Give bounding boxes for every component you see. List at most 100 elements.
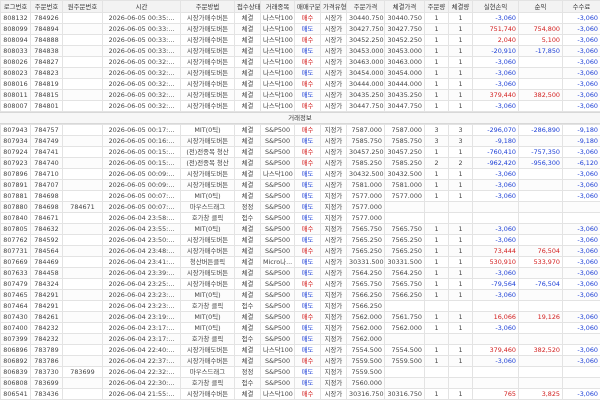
- column-header-fill-qty[interactable]: 체결량: [448, 0, 473, 13]
- cell-fill-qty: 1: [448, 67, 473, 79]
- cell-log-no: 808094: [0, 34, 31, 46]
- cell-log-no: 807881: [0, 190, 31, 202]
- column-header-order-method[interactable]: 주문방법: [180, 0, 235, 13]
- cell-symbol: S&P500: [260, 190, 295, 202]
- table-row[interactable]: 807923 784740 2026-06-05 00:15:... (전)전종목 청…: [0, 157, 600, 169]
- cell-symbol: 나스닥100: [260, 100, 295, 112]
- cell-realized-pnl: -3,060: [472, 56, 519, 68]
- cell-order-no: 784291: [30, 289, 63, 301]
- cell-order-qty: 1: [424, 23, 449, 35]
- cell-net-pnl: 533,970: [518, 256, 563, 268]
- table-row[interactable]: 807840 784671 2026-06-04 23:58:... 호가창 클릭 접수…: [0, 212, 600, 224]
- table-row[interactable]: 807891 784707 2026-06-05 00:09:... 시장가매도버튼 체…: [0, 179, 600, 191]
- table-row[interactable]: 808132 784926 2026-06-05 00:35:... 시장가매수버튼 체…: [0, 12, 600, 24]
- table-row[interactable]: 807479 784324 2026-06-04 23:25:... 시장가매수버튼 체…: [0, 278, 600, 290]
- table-row[interactable]: 807880 784698 784671 2026-06-05 00:07:... 마우…: [0, 201, 600, 213]
- cell-price-type: 지정가: [320, 201, 347, 213]
- cell-order-method: (전)전종목 청산: [180, 157, 235, 169]
- cell-realized-pnl: -3,060: [472, 223, 519, 235]
- cell-fill-qty: 1: [448, 179, 473, 191]
- cell-commission: -3,060: [562, 56, 600, 68]
- table-row[interactable]: 807400 784232 2026-06-04 23:17:... MIT(0틱) 체…: [0, 322, 600, 334]
- table-row[interactable]: 808023 784823 2026-06-05 00:32:... 시장가매도버튼 체…: [0, 67, 600, 79]
- table-row[interactable]: 807805 784632 2026-06-04 23:55:... MIT(0틱) 체…: [0, 223, 600, 235]
- table-row[interactable]: 806839 783730 783699 2026-06-04 22:32:... 마우…: [0, 366, 600, 378]
- column-header-fill-price[interactable]: 체결가격: [384, 0, 425, 13]
- table-row[interactable]: 808094 784888 2026-06-05 00:33:... 시장가매수버튼 체…: [0, 34, 600, 46]
- cell-fill-price: [384, 300, 425, 312]
- table-row[interactable]: 808011 784815 2026-06-05 00:32:... 시장가매도버튼 체…: [0, 89, 600, 101]
- cell-net-pnl: 76,504: [518, 245, 563, 257]
- table-row[interactable]: 806896 783789 2026-06-04 22:40:... 시장가매도버튼 체…: [0, 344, 600, 356]
- table-row[interactable]: 807924 784741 2026-06-05 00:15:... (전)전종목 청…: [0, 146, 600, 158]
- table-row[interactable]: 807943 784757 2026-06-05 00:17:... MIT(0틱) 체…: [0, 124, 600, 136]
- table-row[interactable]: 806808 783699 2026-06-04 22:30:... 호가창 클릭 접수…: [0, 377, 600, 389]
- table-row[interactable]: 806892 783786 2026-06-04 22:37:... 시장가매수버튼 체…: [0, 355, 600, 367]
- cell-symbol: 나스닥100: [260, 344, 295, 356]
- table-row[interactable]: 808033 784838 2026-06-05 00:33:... 시장가매도버튼 체…: [0, 45, 600, 57]
- cell-fill-qty: 1: [448, 168, 473, 180]
- cell-orig-order-no: [62, 89, 103, 101]
- cell-net-pnl: 382,520: [518, 344, 563, 356]
- cell-order-qty: 1: [424, 311, 449, 323]
- table-row[interactable]: 807896 784710 2026-06-05 00:09:... 시장가매도버튼 체…: [0, 168, 600, 180]
- table-row[interactable]: 808026 784827 2026-06-05 00:32:... 시장가매수버튼 체…: [0, 56, 600, 68]
- cell-net-pnl: [518, 366, 563, 378]
- table-row[interactable]: 806541 783436 2026-06-04 21:55:... 시장가매수버튼 체…: [0, 388, 600, 400]
- cell-realized-pnl: -296,070: [472, 124, 519, 136]
- cell-orig-order-no: [62, 355, 103, 367]
- column-header-order-qty[interactable]: 주문량: [424, 0, 449, 13]
- cell-log-no: 808011: [0, 89, 31, 101]
- cell-order-no: 783786: [30, 355, 63, 367]
- cell-order-no: 784819: [30, 78, 63, 90]
- cell-log-no: 808132: [0, 12, 31, 24]
- cell-commission: -3,060: [562, 23, 600, 35]
- column-header-order-price[interactable]: 주문가격: [346, 0, 385, 13]
- table-row[interactable]: 807669 784469 2026-06-04 23:41:... 청산버튼클릭 체결…: [0, 256, 600, 268]
- cell-net-pnl: [518, 212, 563, 224]
- table-row[interactable]: 808016 784819 2026-06-05 00:32:... 시장가매수버튼 체…: [0, 78, 600, 90]
- table-row[interactable]: 807934 784749 2026-06-05 00:16:... 시장가매도버튼 체…: [0, 135, 600, 147]
- cell-realized-pnl: -3,060: [472, 78, 519, 90]
- column-header-commission[interactable]: 수수료: [562, 0, 600, 13]
- cell-order-method: 시장가매수버튼: [180, 34, 235, 46]
- cell-status: 체결: [234, 179, 261, 191]
- table-row[interactable]: 807881 784698 2026-06-05 00:07:... MIT(0틱) 체…: [0, 190, 600, 202]
- column-header-realized-pnl[interactable]: 실현손익: [472, 0, 519, 13]
- column-header-status[interactable]: 접수상태: [234, 0, 261, 13]
- table-row[interactable]: 807465 784291 2026-06-04 23:23:... MIT(0틱) 체…: [0, 289, 600, 301]
- cell-side: 매수: [294, 146, 321, 158]
- column-header-symbol[interactable]: 거래종목: [260, 0, 295, 13]
- column-header-side[interactable]: 매매구분: [294, 0, 321, 13]
- table-row[interactable]: 807430 784261 2026-06-04 23:19:... MIT(0틱) 체…: [0, 311, 600, 323]
- table-row[interactable]: 808007 784801 2026-06-05 00:32:... 시장가매수버튼 체…: [0, 100, 600, 112]
- cell-fill-qty: 1: [448, 89, 473, 101]
- table-row[interactable]: 807464 784291 2026-06-04 23:23:... 호가창 클릭 접수…: [0, 300, 600, 312]
- cell-order-price: 7577.000: [346, 201, 385, 213]
- cell-price-type: 지정가: [320, 212, 347, 224]
- cell-log-no: 807399: [0, 333, 31, 345]
- cell-order-no: 784592: [30, 234, 63, 246]
- cell-time: 2026-06-05 00:32:...: [102, 100, 181, 112]
- table-row[interactable]: 807633 784458 2026-06-04 23:39:... 시장가매도버튼 체…: [0, 267, 600, 279]
- table-row[interactable]: 808099 784894 2026-06-05 00:33:... 시장가매도버튼 체…: [0, 23, 600, 35]
- column-header-time[interactable]: 시간: [102, 0, 181, 13]
- cell-realized-pnl: 2,040: [472, 34, 519, 46]
- cell-commission: [562, 333, 600, 345]
- cell-order-method: MIT(0틱): [180, 190, 235, 202]
- cell-order-qty: 1: [424, 45, 449, 57]
- cell-order-price: 7565.250: [346, 234, 385, 246]
- table-row[interactable]: 807731 784564 2026-06-04 23:48:... 시장가매수버튼 체…: [0, 245, 600, 257]
- cell-commission: -3,060: [562, 45, 600, 57]
- column-header-price-type[interactable]: 가격유형: [320, 0, 347, 13]
- column-header-log-no[interactable]: 로그번호: [0, 0, 31, 13]
- column-header-orig-order-no[interactable]: 원주문번호: [62, 0, 103, 13]
- column-header-order-no[interactable]: 주문번호: [30, 0, 63, 13]
- table-row[interactable]: 807399 784232 2026-06-04 23:17:... 호가창 클릭 접수…: [0, 333, 600, 345]
- cell-order-qty: 1: [424, 190, 449, 202]
- cell-price-type: 시장가: [320, 146, 347, 158]
- table-row[interactable]: 807762 784592 2026-06-04 23:50:... 시장가매도버튼 체…: [0, 234, 600, 246]
- cell-commission: [562, 212, 600, 224]
- cell-order-price: 7562.000: [346, 311, 385, 323]
- column-header-net-pnl[interactable]: 순익: [518, 0, 563, 13]
